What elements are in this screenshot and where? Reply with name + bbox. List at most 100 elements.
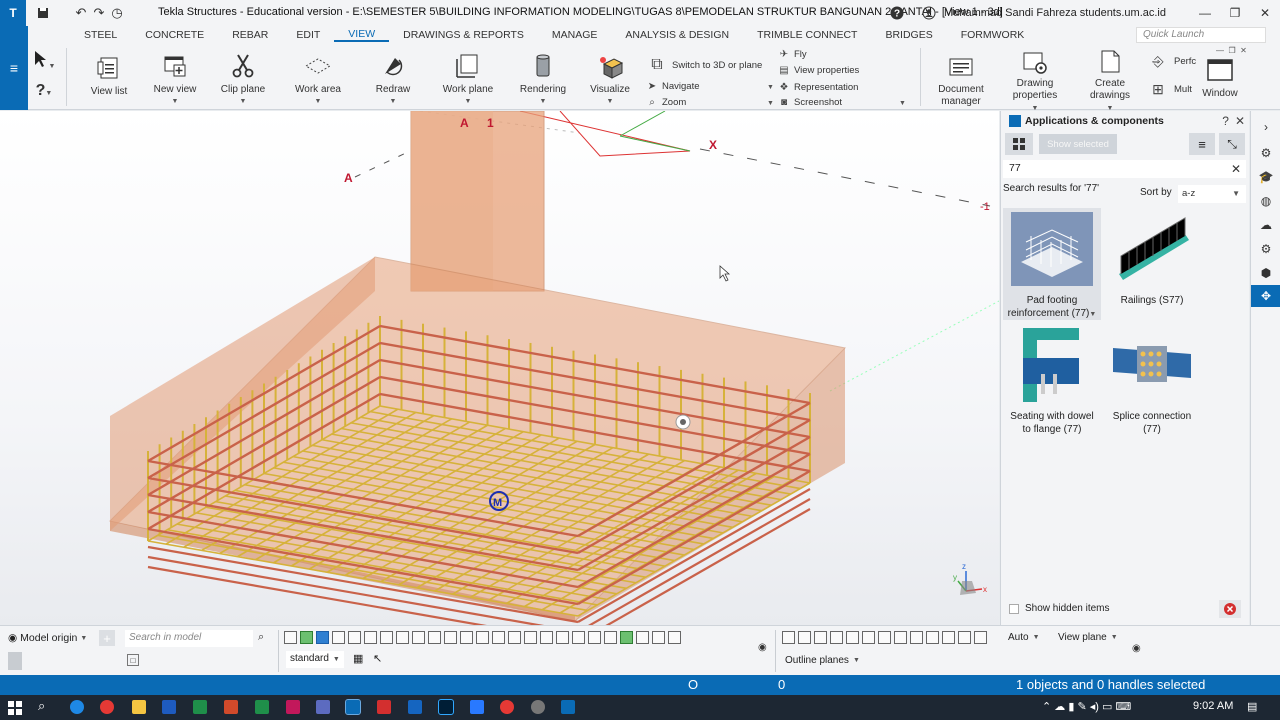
document-manager-button[interactable]: Document manager — [932, 54, 990, 108]
tab-manage[interactable]: MANAGE — [538, 29, 612, 41]
search-model-input[interactable]: Search in model — [125, 630, 253, 647]
applications-components-icon[interactable]: ✥ — [1251, 285, 1280, 307]
select-tool-button[interactable]: ▼ — [30, 50, 58, 71]
fly-button[interactable]: ✈ Fly — [778, 48, 807, 60]
save-icon[interactable] — [34, 4, 52, 22]
taskbar-clock[interactable]: 9:02 AM — [1193, 700, 1233, 712]
taskbar-app3-icon[interactable] — [408, 700, 422, 714]
cloud-icon[interactable]: ☁ — [1258, 217, 1274, 233]
navigate-dropdown-icon[interactable]: ▼ — [767, 84, 774, 91]
taskbar-app4-icon[interactable] — [470, 700, 484, 714]
redraw-button[interactable]: Redraw ▼ — [374, 52, 412, 106]
taskbar-photoshop-icon[interactable] — [438, 699, 454, 715]
taskbar-acrobat-icon[interactable] — [377, 700, 391, 714]
tekla-logo-icon[interactable]: T — [0, 0, 26, 26]
tab-formwork[interactable]: FORMWORK — [947, 29, 1039, 41]
snap-depth-select[interactable]: Auto ▼ — [1008, 632, 1040, 643]
show-hidden-checkbox[interactable]: Show hidden items — [1009, 603, 1110, 614]
restore-icon[interactable]: ❐ — [1220, 0, 1250, 26]
navigate-button[interactable]: ➤ Navigate — [646, 80, 700, 92]
side-menu-button[interactable]: ≡ — [0, 26, 28, 110]
taskbar-chrome-icon[interactable] — [100, 700, 114, 714]
taskbar-excel-icon[interactable] — [193, 700, 207, 714]
tab-rebar[interactable]: REBAR — [218, 29, 282, 41]
clear-search-icon[interactable]: ✕ — [1231, 162, 1241, 176]
work-plane-button[interactable]: Work plane ▼ — [442, 52, 494, 106]
component-splice-connection[interactable]: Splice connection (77) — [1103, 324, 1201, 436]
model-3d-view[interactable]: A 1 A X -1 M z y x — [0, 111, 999, 625]
quick-launch-input[interactable]: Quick Launch — [1136, 27, 1266, 43]
view-properties-button[interactable]: ▤ View properties — [778, 64, 859, 76]
windows-start-icon[interactable] — [8, 701, 22, 715]
user-icon[interactable] — [920, 4, 938, 22]
taskbar-app2-icon[interactable] — [316, 700, 330, 714]
taskbar-word-icon[interactable] — [162, 700, 176, 714]
switch-3d-button[interactable]: ⧉ Switch to 3D or plane — [646, 54, 762, 76]
ribbon-window-controls[interactable]: — ❐ ✕ — [1216, 46, 1247, 55]
component-seating-dowel[interactable]: Seating with dowel to flange (77) — [1003, 324, 1101, 436]
perf-button[interactable]: ⎆ Perfc — [1146, 52, 1196, 70]
show-selected-button[interactable]: Show selected — [1039, 134, 1117, 154]
drawing-properties-button[interactable]: Drawing properties ▼ — [1006, 48, 1064, 115]
side-control[interactable] — [8, 652, 22, 670]
tab-view[interactable]: VIEW — [334, 28, 390, 42]
outline-planes-select[interactable]: Outline planes ▼ — [785, 655, 860, 666]
notification-icon[interactable]: ▤ — [1247, 700, 1257, 713]
search-options-icon[interactable]: □ — [127, 654, 139, 666]
sort-select[interactable]: a-z ▼ — [1178, 185, 1246, 203]
tab-steel[interactable]: STEEL — [70, 29, 131, 41]
history-icon[interactable]: ◷ — [108, 4, 126, 22]
rendering-button[interactable]: Rendering ▼ — [518, 52, 568, 106]
selection-tools[interactable] — [284, 631, 681, 644]
component-pad-footing[interactable]: Pad footing reinforcement (77)▼ — [1003, 208, 1101, 320]
tab-analysis-design[interactable]: ANALYSIS & DESIGN — [611, 29, 743, 41]
gear-icon[interactable]: ⚙ — [1258, 241, 1274, 257]
grid-view-button[interactable] — [1005, 133, 1033, 155]
visualize-button[interactable]: Visualize ▼ — [588, 52, 632, 106]
tab-drawings-reports[interactable]: DRAWINGS & REPORTS — [389, 29, 538, 41]
close-icon[interactable]: ✕ — [1250, 0, 1280, 26]
screenshot-button[interactable]: ◙ Screenshot — [778, 96, 842, 108]
component-railings[interactable]: Railings (S77) — [1103, 208, 1201, 307]
work-area-button[interactable]: Work area ▼ — [292, 52, 344, 106]
taskbar-youtube-icon[interactable] — [500, 700, 514, 714]
filter-icon[interactable]: ▦ — [353, 652, 363, 665]
model-viewport[interactable]: A 1 A X -1 M z y x — [0, 111, 999, 625]
globe-icon[interactable]: ◍ — [1258, 193, 1274, 209]
zoom-dropdown-icon[interactable]: ▼ — [767, 100, 774, 107]
taskbar-edge-icon[interactable] — [70, 700, 84, 714]
undo-icon[interactable]: ↶ — [72, 4, 90, 22]
tab-edit[interactable]: EDIT — [282, 29, 334, 41]
selection-filter-select[interactable]: standard ▼ — [286, 651, 344, 668]
help-icon[interactable]: ? — [888, 4, 906, 22]
snap-tools[interactable] — [782, 631, 987, 644]
snap-visibility-eye-icon[interactable]: ◉ — [1132, 643, 1141, 654]
add-button[interactable]: + — [99, 630, 115, 646]
tab-bridges[interactable]: BRIDGES — [871, 29, 946, 41]
clip-plane-button[interactable]: Clip plane ▼ — [218, 52, 268, 106]
pick-cursor-icon[interactable]: ↖ — [373, 652, 382, 665]
taskbar-app-icon[interactable] — [286, 700, 300, 714]
mult-button[interactable]: ⊞ Mult — [1146, 80, 1192, 98]
user-name[interactable]: Muhammad Sandi Fahreza students.um.ac.id — [944, 7, 1166, 19]
taskbar-project-icon[interactable] — [255, 700, 269, 714]
remove-button[interactable] — [1219, 600, 1241, 618]
create-drawings-button[interactable]: Create drawings ▼ — [1082, 48, 1138, 115]
component-search-input[interactable]: 77 — [1003, 160, 1246, 178]
settings-tools-icon[interactable]: ⚙ — [1258, 145, 1274, 161]
taskbar-tekla-icon[interactable] — [345, 699, 361, 715]
screenshot-dropdown-icon[interactable]: ▼ — [899, 100, 906, 107]
tab-trimble-connect[interactable]: TRIMBLE CONNECT — [743, 29, 871, 41]
taskbar-powerpoint-icon[interactable] — [224, 700, 238, 714]
model-origin-select[interactable]: ◉ Model origin ▼ — [8, 632, 87, 644]
representation-button[interactable]: ❖ Representation — [778, 81, 859, 93]
learning-icon[interactable]: 🎓 — [1258, 169, 1274, 185]
expand-panel-icon[interactable]: › — [1258, 119, 1274, 135]
zoom-button[interactable]: ⌕ Zoom — [646, 96, 686, 108]
tab-concrete[interactable]: CONCRETE — [131, 29, 218, 41]
panel-help-icon[interactable]: ? — [1222, 114, 1229, 128]
taskbar-app5-icon[interactable] — [531, 700, 545, 714]
plane-select[interactable]: View plane ▼ — [1058, 632, 1118, 643]
minimize-icon[interactable]: — — [1190, 0, 1220, 26]
view-list-button[interactable]: View list — [86, 54, 132, 97]
